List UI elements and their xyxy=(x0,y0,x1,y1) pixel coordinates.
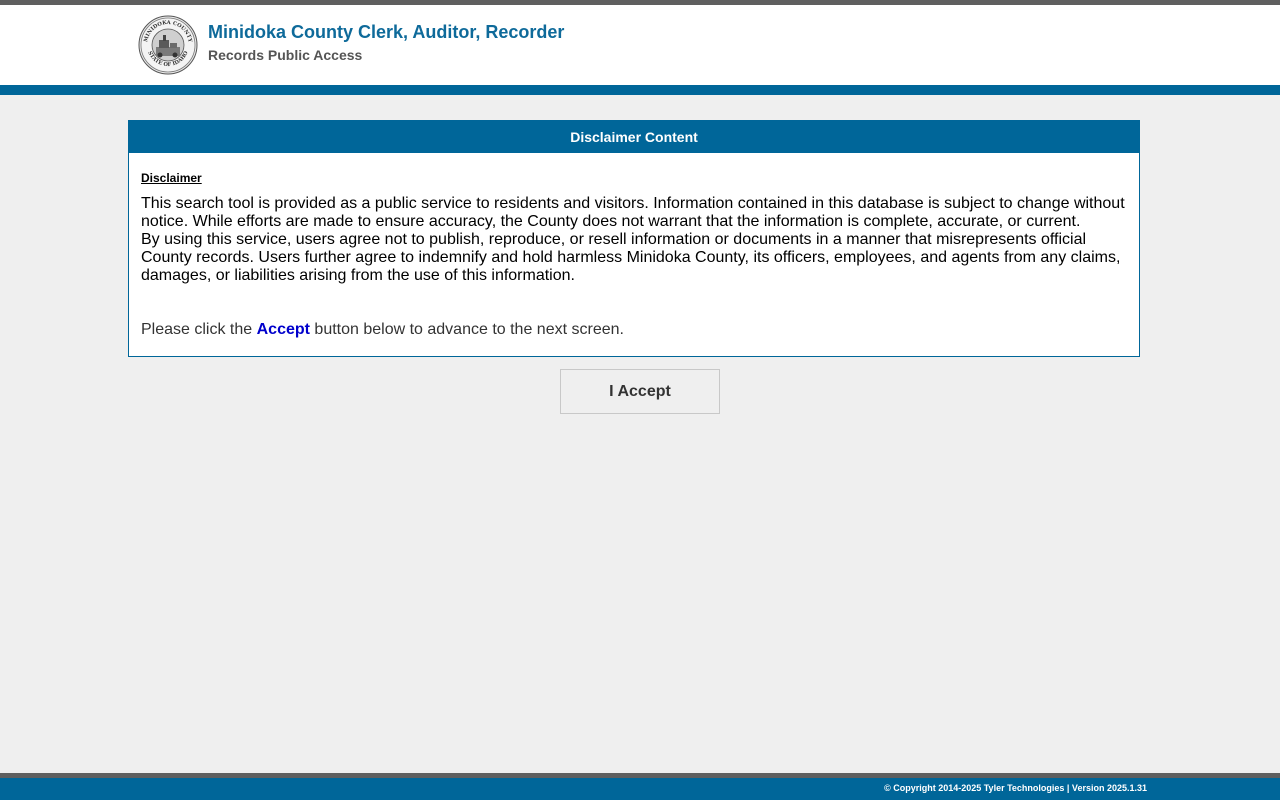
disclaimer-paragraph-2: By using this service, users agree not t… xyxy=(141,231,1121,284)
accept-instruction: Please click the Accept button below to … xyxy=(141,321,1127,339)
panel-title: Disclaimer Content xyxy=(129,121,1139,153)
disclaimer-panel: Disclaimer Content Disclaimer This searc… xyxy=(128,120,1140,357)
accept-instruction-suffix: button below to advance to the next scre… xyxy=(309,321,624,338)
page: MINIDOKA COUNTY STATE OF IDAHO Minidoka … xyxy=(0,0,1280,800)
site-title: Minidoka County Clerk, Auditor, Recorder xyxy=(208,22,565,42)
disclaimer-label: Disclaimer xyxy=(141,171,202,185)
site-subtitle: Records Public Access xyxy=(208,47,363,63)
header-blue-bar xyxy=(0,85,1280,95)
panel-body: Disclaimer This search tool is provided … xyxy=(129,153,1139,339)
footer: © Copyright 2014-2025 Tyler Technologies… xyxy=(0,778,1280,800)
county-seal-icon: MINIDOKA COUNTY STATE OF IDAHO xyxy=(138,15,198,75)
accept-instruction-prefix: Please click the xyxy=(141,321,257,338)
header: MINIDOKA COUNTY STATE OF IDAHO Minidoka … xyxy=(0,5,1280,85)
disclaimer-paragraph-1: This search tool is provided as a public… xyxy=(141,195,1125,230)
accept-keyword: Accept xyxy=(256,321,310,338)
accept-button[interactable]: I Accept xyxy=(560,369,720,414)
copyright-text: © Copyright 2014-2025 Tyler Technologies… xyxy=(884,783,1147,793)
